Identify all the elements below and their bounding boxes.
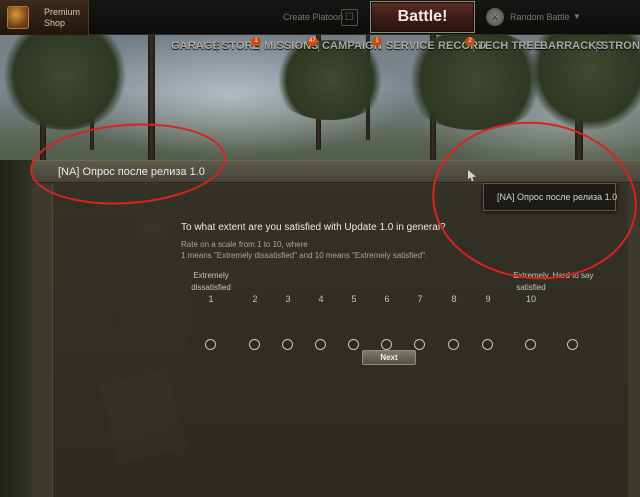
nav-item-strongholds[interactable]: STRONG bbox=[601, 40, 640, 52]
rating-radio-4[interactable] bbox=[315, 339, 326, 350]
nav-item-barracks[interactable]: BARRACKS bbox=[540, 40, 604, 52]
scale-number: 6 bbox=[384, 294, 390, 304]
next-button[interactable]: Next bbox=[362, 350, 416, 365]
premium-shop-button[interactable]: Premium Shop bbox=[0, 0, 89, 35]
nav-divider bbox=[259, 41, 260, 52]
rating-radio-6[interactable] bbox=[381, 339, 392, 350]
rating-radio-hard-to-say[interactable] bbox=[567, 339, 578, 350]
scale-number: 5 bbox=[351, 294, 357, 304]
random-battle-icon[interactable]: ⚔ bbox=[486, 8, 504, 26]
nav-divider bbox=[534, 41, 535, 52]
rating-radio-1[interactable] bbox=[205, 339, 216, 350]
battle-button[interactable]: Battle! bbox=[370, 1, 475, 33]
nav-item-tech-tree[interactable]: TECH TREE bbox=[478, 40, 541, 52]
rating-radio-5[interactable] bbox=[348, 339, 359, 350]
main-nav: GARAGE STORE 1 MISSIONS 47 CAMPAIGN 1 SE… bbox=[0, 36, 640, 58]
rating-radio-8[interactable] bbox=[448, 339, 459, 350]
rating-radio-10[interactable] bbox=[525, 339, 536, 350]
nav-divider bbox=[216, 41, 217, 52]
top-bar: Premium Shop Create Platoon ☐ Battle! ⚔ … bbox=[0, 0, 640, 35]
premium-shop-icon bbox=[7, 6, 29, 29]
scale-number: 10 bbox=[525, 294, 536, 304]
scale-number: 1 bbox=[208, 294, 214, 304]
scale-number: 4 bbox=[318, 294, 324, 304]
scale-number: 7 bbox=[417, 294, 423, 304]
premium-shop-label: Premium Shop bbox=[44, 7, 81, 28]
battle-mode-selector[interactable]: Random Battle bbox=[510, 12, 570, 22]
scale-number: 8 bbox=[451, 294, 457, 304]
scale-low-label: Extremely dissatisfied bbox=[191, 271, 231, 292]
rating-radio-9[interactable] bbox=[482, 339, 493, 350]
nav-divider bbox=[318, 41, 319, 52]
chevron-down-icon[interactable]: ▼ bbox=[573, 12, 581, 21]
survey-hint-line-2: 1 means "Extremely dissatisfied" and 10 … bbox=[181, 251, 428, 260]
create-platoon-icon[interactable]: ☐ bbox=[341, 9, 358, 26]
nav-divider bbox=[381, 41, 382, 52]
survey-hint-line-1: Rate on a scale from 1 to 10, where bbox=[181, 240, 308, 249]
create-platoon-label[interactable]: Create Platoon bbox=[283, 12, 343, 22]
rating-radio-7[interactable] bbox=[414, 339, 425, 350]
nav-item-garage[interactable]: GARAGE bbox=[171, 40, 220, 52]
rating-radio-2[interactable] bbox=[249, 339, 260, 350]
nav-divider bbox=[596, 41, 597, 52]
nav-badge-missions: 47 bbox=[307, 37, 318, 46]
scale-number: 3 bbox=[285, 294, 291, 304]
nav-divider bbox=[473, 41, 474, 52]
scale-number: 9 bbox=[485, 294, 491, 304]
scale-number: 2 bbox=[252, 294, 258, 304]
survey-question: To what extent are you satisfied with Up… bbox=[181, 222, 446, 233]
rating-radio-3[interactable] bbox=[282, 339, 293, 350]
